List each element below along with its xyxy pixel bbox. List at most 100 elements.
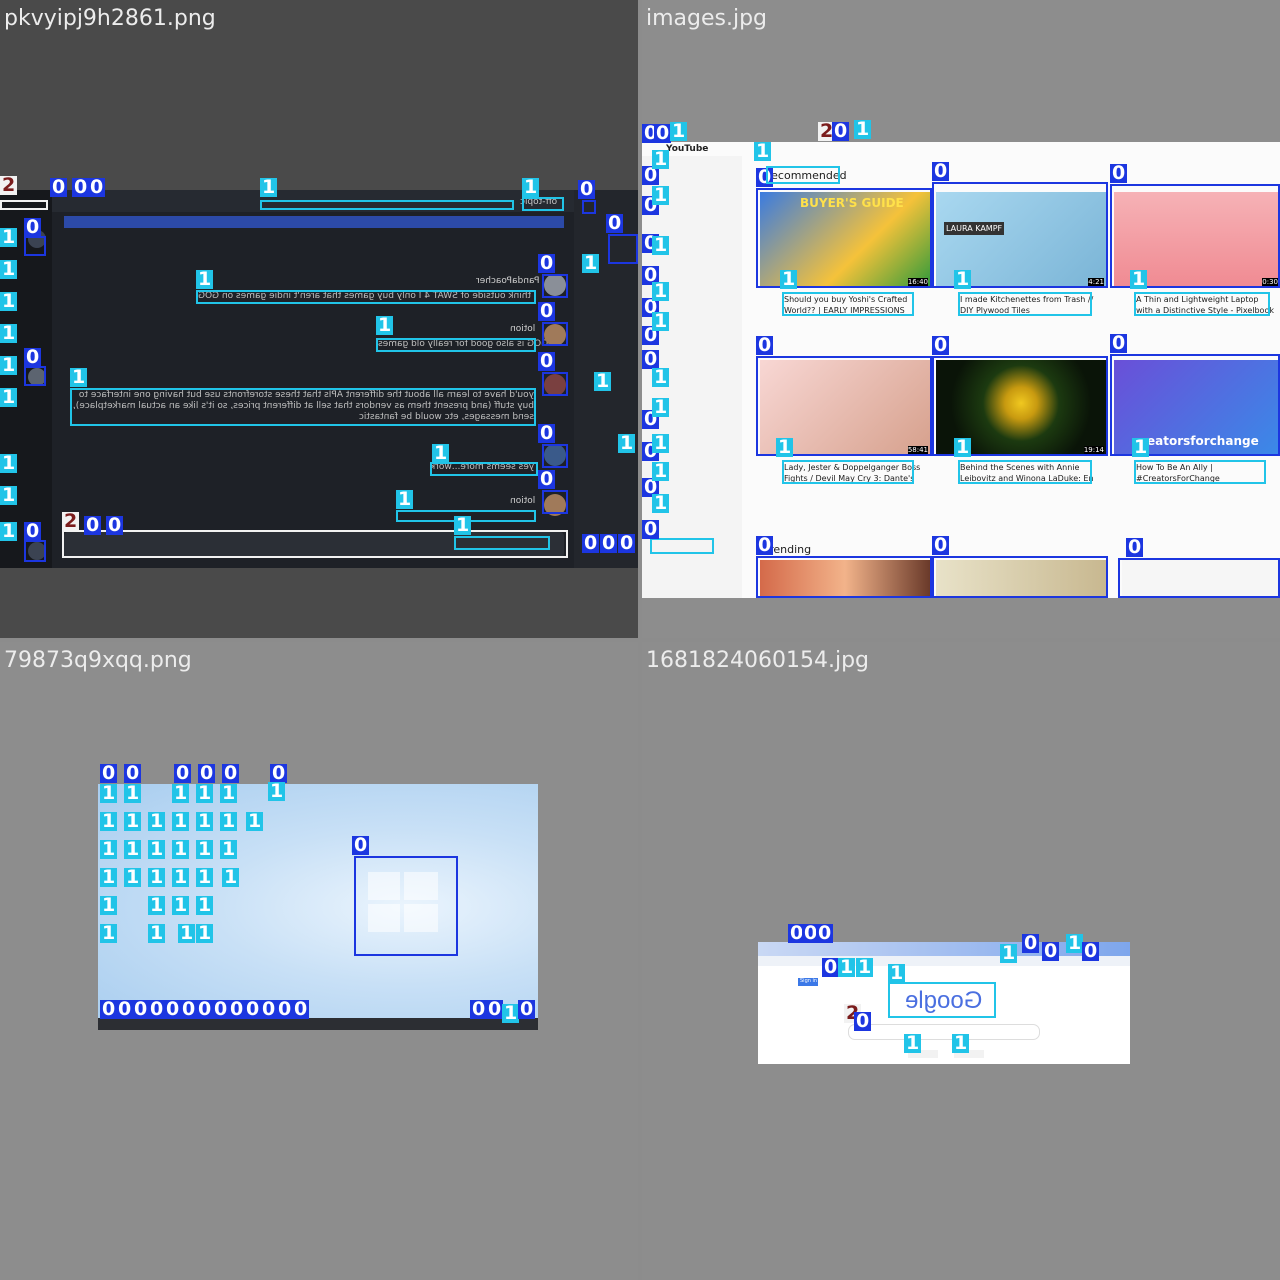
message-author: lotion <box>510 324 536 334</box>
label-box-0 <box>1118 558 1280 598</box>
label-tag-1: 1 <box>0 258 18 280</box>
label-tag-1: 1 <box>172 866 190 888</box>
label-tag-1: 1 <box>0 322 18 344</box>
label-tag-1: 1 <box>220 810 238 832</box>
label-tag-0: 0 <box>832 120 850 142</box>
label-tag-0: 0 <box>196 998 214 1020</box>
label-tag-1: 1 <box>652 396 670 418</box>
panel-desktop: 79873q9xqq.png 0 0 0 0 0 0 0 1 1 1 1 1 1… <box>0 642 638 1280</box>
message-author: lotion <box>510 496 536 506</box>
sign-in-label: Sign in <box>800 978 818 984</box>
label-tag-1: 1 <box>260 176 278 198</box>
label-box-1 <box>260 200 514 210</box>
label-box-1 <box>766 166 840 184</box>
label-box-0 <box>932 556 1108 598</box>
label-tag-0: 0 <box>606 212 624 234</box>
label-tag-0: 0 <box>100 762 118 784</box>
label-box-0 <box>24 236 46 256</box>
label-tag-1: 1 <box>1000 942 1018 964</box>
label-tag-1: 1 <box>100 838 118 860</box>
label-tag-1: 1 <box>522 176 540 198</box>
label-tag-0: 0 <box>84 514 102 536</box>
label-tag-1: 1 <box>0 226 18 248</box>
label-tag-0: 0 <box>756 334 774 356</box>
label-box-1 <box>650 538 714 554</box>
label-box-1 <box>782 460 914 484</box>
label-tag-0: 0 <box>352 834 370 856</box>
label-box-1 <box>782 292 914 316</box>
label-tag-1: 1 <box>952 1032 970 1054</box>
label-tag-0: 0 <box>100 998 118 1020</box>
label-tag-1: 1 <box>754 140 772 162</box>
label-tag-0: 0 <box>582 532 600 554</box>
label-tag-1: 1 <box>148 810 166 832</box>
label-tag-0: 0 <box>518 998 536 1020</box>
label-tag-0: 0 <box>106 514 124 536</box>
panel-filename: 1681824060154.jpg <box>646 648 869 673</box>
message-author: PandaPoacher <box>476 276 540 286</box>
label-tag-1: 1 <box>172 894 190 916</box>
label-tag-1: 1 <box>652 148 670 170</box>
label-tag-1: 1 <box>1132 436 1150 458</box>
label-tag-1: 1 <box>652 310 670 332</box>
label-tag-1: 1 <box>220 782 238 804</box>
label-box-0 <box>542 444 568 468</box>
label-tag-1: 1 <box>196 810 214 832</box>
label-box-1 <box>958 292 1092 316</box>
label-tag-1: 1 <box>0 484 18 506</box>
label-tag-1: 1 <box>582 252 600 274</box>
label-tag-0: 0 <box>486 998 504 1020</box>
label-box-0 <box>582 200 596 214</box>
label-tag-1: 1 <box>268 780 286 802</box>
label-box-0 <box>24 540 46 562</box>
label-tag-0: 0 <box>578 178 596 200</box>
label-tag-1: 1 <box>100 894 118 916</box>
label-tag-1: 1 <box>172 838 190 860</box>
label-tag-1: 1 <box>780 268 798 290</box>
label-tag-1: 1 <box>172 810 190 832</box>
label-box-0 <box>24 366 46 386</box>
label-tag-1: 1 <box>124 782 142 804</box>
label-tag-1: 1 <box>954 268 972 290</box>
label-box-1 <box>196 290 536 304</box>
label-tag-0: 0 <box>642 518 660 540</box>
label-tag-0: 0 <box>292 998 310 1020</box>
label-tag-0: 0 <box>932 534 950 556</box>
label-tag-1: 1 <box>396 488 414 510</box>
label-tag-0: 0 <box>260 998 278 1020</box>
label-tag-1: 1 <box>222 866 240 888</box>
label-tag-0: 0 <box>822 956 840 978</box>
label-tag-1: 1 <box>1130 268 1148 290</box>
label-tag-1: 1 <box>502 1002 520 1024</box>
label-tag-0: 0 <box>228 998 246 1020</box>
label-tag-1: 1 <box>196 782 214 804</box>
label-tag-0: 0 <box>244 998 262 1020</box>
label-tag-1: 1 <box>148 838 166 860</box>
browser-toolbar <box>758 956 1130 966</box>
label-tag-1: 1 <box>652 280 670 302</box>
label-tag-1: 1 <box>0 354 18 376</box>
label-tag-1: 1 <box>376 314 394 336</box>
panel-youtube: images.jpg YouTube Recommended Trending … <box>642 0 1280 638</box>
youtube-logo[interactable]: YouTube <box>666 144 708 154</box>
label-tag-1: 1 <box>178 922 196 944</box>
label-tag-1: 1 <box>838 956 856 978</box>
label-box-1 <box>70 388 536 426</box>
label-tag-0: 0 <box>932 160 950 182</box>
label-tag-0: 0 <box>124 762 142 784</box>
label-tag-1: 1 <box>196 866 214 888</box>
label-tag-1: 1 <box>594 370 612 392</box>
label-tag-0: 0 <box>198 762 216 784</box>
label-tag-1: 1 <box>904 1032 922 1054</box>
label-tag-0: 0 <box>854 1010 872 1032</box>
label-box-0 <box>542 274 568 298</box>
label-tag-0: 0 <box>222 762 240 784</box>
label-tag-0: 0 <box>148 998 166 1020</box>
label-tag-1: 1 <box>70 366 88 388</box>
label-tag-1: 1 <box>652 460 670 482</box>
search-input[interactable] <box>848 1024 1040 1040</box>
label-tag-0: 0 <box>538 300 556 322</box>
label-tag-0: 0 <box>1082 940 1100 962</box>
label-tag-2: 2 <box>0 174 18 196</box>
label-tag-1: 1 <box>196 922 214 944</box>
